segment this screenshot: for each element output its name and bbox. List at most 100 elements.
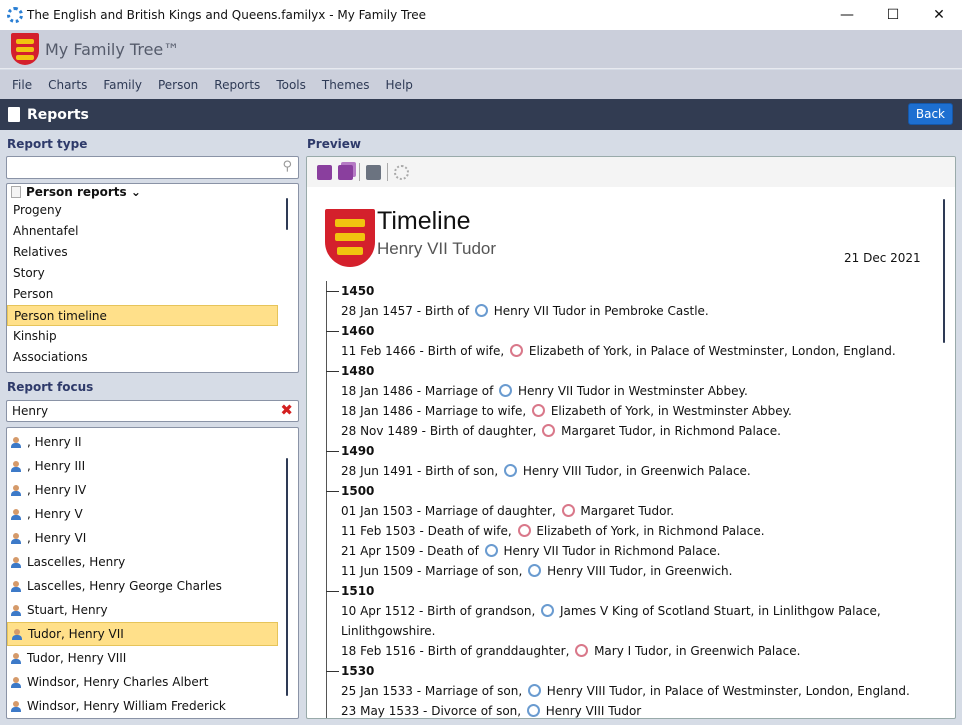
person-item[interactable]: , Henry III	[7, 454, 278, 478]
menu-tools[interactable]: Tools	[268, 78, 314, 92]
separator	[387, 163, 388, 181]
male-person-icon	[504, 464, 517, 477]
person-item[interactable]: Tudor, Henry VII	[7, 622, 278, 646]
people-list[interactable]: , Henry II, Henry III, Henry IV, Henry V…	[6, 427, 299, 719]
event-person[interactable]: Henry VIII Tudor, in Palace of Westminst…	[547, 684, 910, 698]
event-person[interactable]: Margaret Tudor, in Richmond Palace.	[561, 424, 781, 438]
person-item[interactable]: , Henry V	[7, 502, 278, 526]
person-name: , Henry V	[27, 502, 83, 526]
app-header: My Family Tree™	[0, 30, 962, 69]
person-item[interactable]: Lascelles, Henry	[7, 550, 278, 574]
person-name: , Henry IV	[27, 478, 86, 502]
menu-person[interactable]: Person	[150, 78, 206, 92]
report-date: 21 Dec 2021	[844, 251, 921, 265]
event-person[interactable]: Henry VIII Tudor, in Greenwich Palace.	[523, 464, 751, 478]
event-person[interactable]: Henry VII Tudor in Pembroke Castle.	[494, 304, 709, 318]
minimize-button[interactable]: —	[824, 0, 870, 30]
maximize-button[interactable]: ☐	[870, 0, 916, 30]
event-text: 11 Jun 1509 - Marriage of son,	[341, 564, 526, 578]
female-person-icon	[510, 344, 523, 357]
report-type-item[interactable]: Kinship	[7, 326, 278, 347]
menu-themes[interactable]: Themes	[314, 78, 378, 92]
print-icon[interactable]	[366, 165, 381, 180]
event-person[interactable]: Elizabeth of York, in Westminster Abbey.	[551, 404, 792, 418]
window-title: The English and British Kings and Queens…	[27, 8, 426, 22]
timeline: 145028 Jan 1457 - Birth of Henry VII Tud…	[325, 281, 925, 719]
report-subtitle: Henry VII Tudor	[377, 239, 496, 259]
person-item[interactable]: Lascelles, Henry George Charles	[7, 574, 278, 598]
report-type-item[interactable]: Ahnentafel	[7, 221, 278, 242]
report-type-item[interactable]: Person	[7, 284, 278, 305]
royal-arms-image	[325, 209, 375, 267]
person-name: Lascelles, Henry George Charles	[27, 574, 222, 598]
menu-help[interactable]: Help	[378, 78, 421, 92]
person-name: Windsor, Henry Charles Albert	[27, 670, 208, 694]
event-person[interactable]: Henry VII Tudor in Westminster Abbey.	[518, 384, 748, 398]
female-person-icon	[518, 524, 531, 537]
person-icon	[11, 461, 21, 472]
report-type-item[interactable]: Person timeline	[7, 305, 278, 326]
event-person[interactable]: Henry VII Tudor in Richmond Palace.	[503, 544, 720, 558]
event-person[interactable]: Henry VIII Tudor, in Greenwich.	[547, 564, 732, 578]
search-icon[interactable]: ⚲	[282, 159, 292, 174]
male-person-icon	[528, 564, 541, 577]
person-item[interactable]: , Henry IV	[7, 478, 278, 502]
person-item[interactable]: , Henry VI	[7, 526, 278, 550]
person-item[interactable]: , Henry II	[7, 430, 278, 454]
report-type-item[interactable]: Progeny	[7, 200, 278, 221]
person-reports-group[interactable]: Person reports ⌄	[7, 184, 298, 200]
event-person[interactable]: Elizabeth of York, in Richmond Palace.	[536, 524, 764, 538]
person-item[interactable]: Windsor, Henry Charles Albert	[7, 670, 278, 694]
person-name: Windsor, Henry William Frederick	[27, 694, 226, 718]
timeline-event: 11 Feb 1503 - Death of wife, Elizabeth o…	[325, 521, 925, 541]
back-button[interactable]: Back	[908, 103, 953, 125]
report-type-item[interactable]: Associations	[7, 347, 278, 368]
report-type-list[interactable]: Person reports ⌄ ProgenyAhnentafelRelati…	[6, 183, 299, 373]
person-icon	[11, 557, 21, 568]
preview-pane: Timeline Henry VII Tudor 21 Dec 2021 145…	[306, 156, 956, 719]
male-person-icon	[541, 604, 554, 617]
report-title: Timeline	[377, 207, 471, 236]
app-icon	[7, 7, 23, 23]
timeline-event: 21 Apr 1509 - Death of Henry VII Tudor i…	[325, 541, 925, 561]
event-person[interactable]: Henry VIII Tudor	[546, 704, 642, 718]
person-item[interactable]: Stuart, Henry	[7, 598, 278, 622]
male-person-icon	[528, 684, 541, 697]
person-item[interactable]: Tudor, Henry VIII	[7, 646, 278, 670]
title-bar: The English and British Kings and Queens…	[0, 0, 962, 30]
menu-file[interactable]: File	[4, 78, 40, 92]
report-type-search[interactable]: ⚲	[6, 156, 299, 179]
person-item[interactable]: Windsor, Henry William Frederick	[7, 694, 278, 718]
event-person[interactable]: Mary I Tudor, in Greenwich Palace.	[594, 644, 800, 658]
save-icon[interactable]	[317, 165, 332, 180]
female-person-icon	[575, 644, 588, 657]
menu-charts[interactable]: Charts	[40, 78, 95, 92]
person-name: , Henry VI	[27, 526, 86, 550]
year-heading: 1480	[325, 361, 925, 381]
preview-scrollbar[interactable]	[943, 199, 945, 343]
male-person-icon	[527, 704, 540, 717]
report-type-item[interactable]: Relatives	[7, 242, 278, 263]
report-focus-input[interactable]: Henry ✖	[6, 400, 299, 422]
male-person-icon	[475, 304, 488, 317]
event-text: 18 Feb 1516 - Birth of granddaughter,	[341, 644, 573, 658]
close-button[interactable]: ✕	[916, 0, 962, 30]
person-name: Lascelles, Henry	[27, 550, 125, 574]
male-person-icon	[485, 544, 498, 557]
scrollbar[interactable]	[286, 458, 288, 696]
scrollbar[interactable]	[286, 198, 288, 230]
report-focus-label: Report focus	[7, 380, 93, 394]
event-text: 21 Apr 1509 - Death of	[341, 544, 483, 558]
save-all-icon[interactable]	[338, 165, 353, 180]
settings-gear-icon[interactable]	[394, 165, 409, 180]
event-text: 10 Apr 1512 - Birth of grandson,	[341, 604, 539, 618]
event-person[interactable]: Elizabeth of York, in Palace of Westmins…	[529, 344, 896, 358]
menu-family[interactable]: Family	[95, 78, 150, 92]
menu-reports[interactable]: Reports	[206, 78, 268, 92]
event-text: 11 Feb 1466 - Birth of wife,	[341, 344, 508, 358]
clear-icon[interactable]: ✖	[280, 401, 293, 419]
timeline-event: 11 Feb 1466 - Birth of wife, Elizabeth o…	[325, 341, 925, 361]
event-person[interactable]: Margaret Tudor.	[580, 504, 674, 518]
report-type-item[interactable]: Story	[7, 263, 278, 284]
female-person-icon	[532, 404, 545, 417]
